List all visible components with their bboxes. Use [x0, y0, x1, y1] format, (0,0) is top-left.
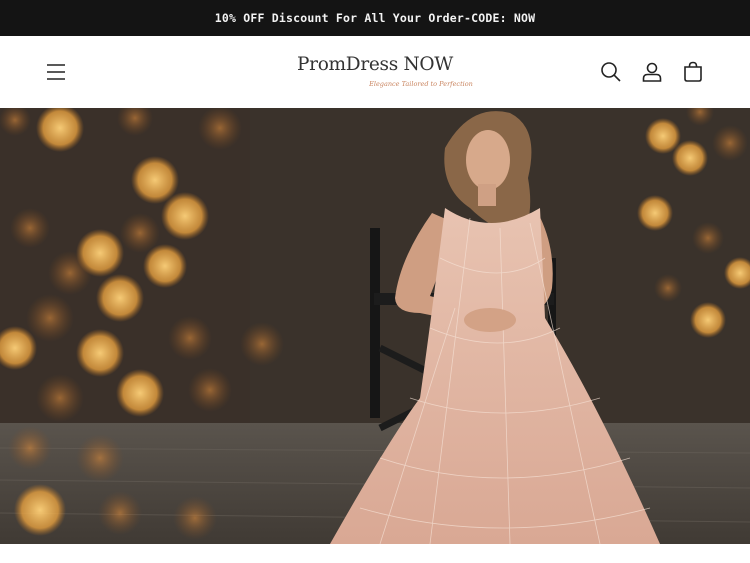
- cart-button[interactable]: [681, 60, 705, 84]
- search-icon: [601, 62, 621, 82]
- hero-banner[interactable]: [0, 108, 750, 544]
- account-button[interactable]: [640, 60, 664, 84]
- hero-image: [0, 108, 750, 544]
- search-button[interactable]: [599, 60, 623, 84]
- account-icon: [642, 62, 662, 82]
- page-below-hero: [0, 544, 750, 563]
- logo-text[interactable]: PromDress NOW: [0, 54, 750, 75]
- cart-icon: [684, 61, 702, 82]
- announcement-text: 10% OFF Discount For All Your Order-CODE…: [214, 11, 536, 25]
- site-header: PromDress NOW Elegance Tailored to Perfe…: [0, 36, 750, 108]
- announcement-bar: 10% OFF Discount For All Your Order-CODE…: [0, 0, 750, 36]
- site-logo: PromDress NOW Elegance Tailored to Perfe…: [0, 36, 750, 108]
